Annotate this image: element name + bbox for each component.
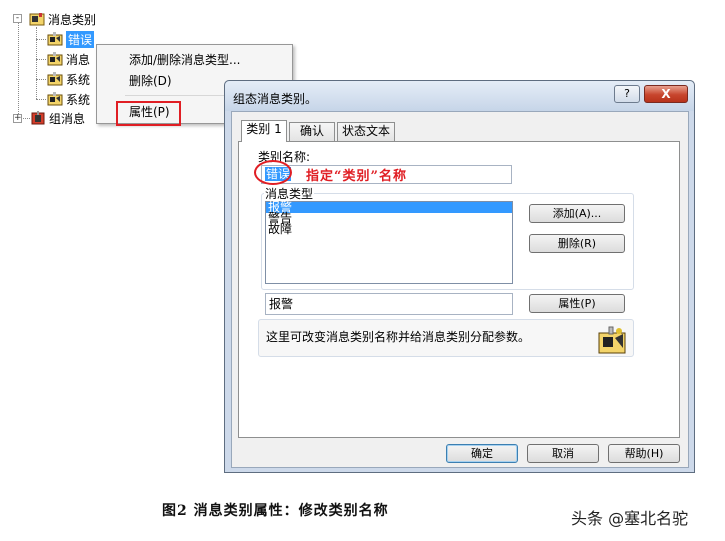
tree-item-message[interactable]: 消息 [47, 50, 90, 68]
properties-highlight-box [116, 101, 181, 126]
info-box: 这里可改变消息类别名称并给消息类别分配参数。 [258, 319, 634, 357]
category-name-highlight-ellipse [254, 160, 292, 185]
ok-button[interactable]: 确定 [446, 444, 518, 463]
dialog-title: 组态消息类别。 [233, 92, 318, 106]
alarm-settings-icon [597, 325, 629, 355]
tab-category-1[interactable]: 类别 1 [241, 120, 287, 142]
tree-connector [36, 27, 37, 99]
tab-acknowledge[interactable]: 确认 [289, 122, 335, 141]
alarm-category-icon [47, 92, 63, 106]
menu-item-add-remove-types[interactable]: 添加/删除消息类型... [98, 49, 291, 71]
tree-item-label: 系统 [66, 92, 91, 107]
list-item[interactable]: 报警 [266, 201, 512, 213]
tab-status-text[interactable]: 状态文本 [337, 122, 395, 141]
dialog-title-bar[interactable]: 组态消息类别。 ? X [225, 81, 694, 111]
tree-connector [36, 59, 46, 60]
properties-button[interactable]: 属性(P) [529, 294, 625, 313]
list-item[interactable]: 故障 [266, 223, 512, 235]
property-value-field[interactable]: 报警 [265, 293, 513, 315]
tree-root-expander[interactable]: - [13, 14, 22, 23]
tree-item-system-1[interactable]: 系统 [47, 70, 90, 88]
group-messages-expander[interactable]: + [13, 114, 22, 123]
help-icon-button[interactable]: ? [614, 85, 640, 103]
info-text: 这里可改变消息类别名称并给消息类别分配参数。 [266, 330, 531, 344]
message-types-list[interactable]: 报警 警告 故障 [265, 201, 513, 284]
tree-item-error[interactable]: 错误 [47, 30, 95, 48]
message-folder-icon [29, 12, 45, 26]
tree-root-node[interactable]: 消息类别 [29, 10, 96, 28]
watermark: 头条 @塞北名驼 [571, 509, 689, 528]
tree-connector [36, 39, 46, 40]
list-item[interactable]: 警告 [266, 212, 512, 224]
delete-button[interactable]: 删除(R) [529, 234, 625, 253]
tree-connector [36, 79, 46, 80]
help-button[interactable]: 帮助(H) [608, 444, 680, 463]
tree-item-label: 组消息 [49, 111, 86, 126]
tree-connector [36, 99, 46, 100]
tree-item-system-2[interactable]: 系统 [47, 90, 90, 108]
tree-item-label: 错误 [66, 30, 95, 48]
configure-category-dialog: 组态消息类别。 ? X 类别 1 确认 状态文本 类别名称: 错误 消息类型 报… [224, 80, 695, 473]
tree-connector [18, 23, 19, 118]
tree-item-label: 系统 [66, 72, 91, 87]
tab-panel-category: 类别名称: 错误 消息类型 报警 警告 故障 添加(A)... 删除(R) 报警… [238, 141, 680, 438]
alarm-category-icon [47, 72, 63, 86]
group-message-icon [30, 111, 46, 125]
tree-root-label: 消息类别 [48, 12, 97, 27]
add-button[interactable]: 添加(A)... [529, 204, 625, 223]
figure-caption: 图2 消息类别属性：修改类别名称 [162, 503, 389, 519]
tree-item-group-messages[interactable]: 组消息 [30, 109, 85, 127]
alarm-category-icon [47, 32, 63, 46]
tree-connector [23, 118, 30, 119]
cancel-button[interactable]: 取消 [527, 444, 599, 463]
annotation-text: 指定“类别”名称 [306, 169, 407, 184]
dialog-client-area: 类别 1 确认 状态文本 类别名称: 错误 消息类型 报警 警告 故障 添加(A… [231, 111, 689, 468]
tree-item-label: 消息 [66, 52, 91, 67]
close-icon-button[interactable]: X [644, 85, 688, 103]
alarm-category-icon [47, 52, 63, 66]
